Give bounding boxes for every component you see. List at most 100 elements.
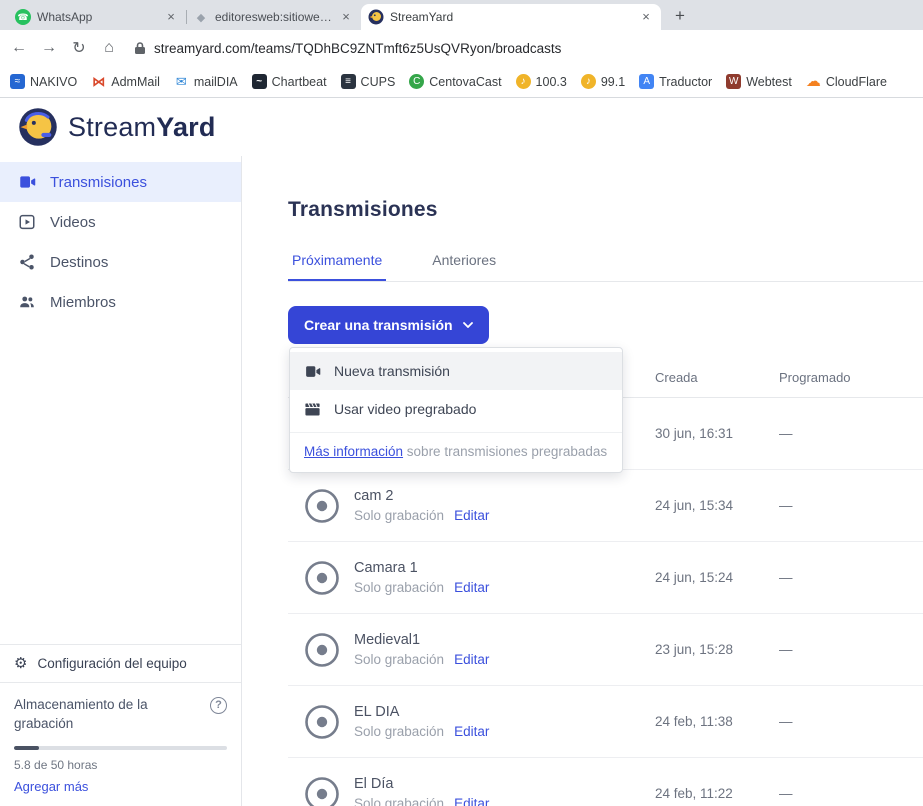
browser-tab-streamyard[interactable]: StreamYard ×	[361, 4, 661, 30]
gear-icon: ⚙	[14, 656, 27, 671]
sidebar-item-videos[interactable]: Videos	[0, 202, 241, 242]
bookmark-nakivo[interactable]: ≈NAKIVO	[10, 74, 77, 89]
record-icon	[304, 632, 340, 668]
close-icon[interactable]: ×	[338, 9, 354, 25]
bookmark-cups[interactable]: ≡CUPS	[341, 74, 396, 89]
menu-item-label: Usar video pregrabado	[334, 401, 476, 417]
edit-link[interactable]: Editar	[454, 508, 489, 523]
close-icon[interactable]: ×	[163, 9, 179, 25]
bookmark-favicon-icon: ≡	[341, 74, 356, 89]
bookmark-favicon-icon: ♪	[581, 74, 596, 89]
people-icon	[18, 293, 36, 311]
edit-link[interactable]: Editar	[454, 724, 489, 739]
streamyard-logo-duck-icon[interactable]	[18, 107, 58, 147]
bookmark-webtest[interactable]: WWebtest	[726, 74, 792, 89]
create-broadcast-button[interactable]: Crear una transmisión	[288, 306, 489, 344]
address-bar[interactable]: streamyard.com/teams/TQDhBC9ZNTmft6z5UsQ…	[130, 34, 913, 62]
home-button[interactable]: ⌂	[100, 39, 118, 57]
main-content: Transmisiones Próximamente Anteriores Cr…	[242, 156, 923, 806]
bookmark-traductor[interactable]: ATraductor	[639, 74, 712, 89]
broadcast-name: cam 2	[354, 488, 489, 504]
close-icon[interactable]: ×	[638, 9, 654, 25]
back-button[interactable]: ←	[10, 39, 28, 57]
record-icon	[304, 776, 340, 806]
broadcast-subtitle: Solo grabación	[354, 652, 444, 667]
bookmark-cloudflare[interactable]: ☁CloudFlare	[806, 74, 887, 89]
storage-progressbar	[14, 746, 227, 750]
site-favicon-icon: ◆	[193, 9, 209, 25]
scheduled-cell: —	[779, 498, 923, 513]
lock-icon	[134, 41, 146, 55]
tab-title: WhatsApp	[37, 10, 157, 24]
sidebar-item-label: Transmisiones	[50, 174, 147, 191]
team-settings-label: Configuración del equipo	[37, 656, 186, 671]
bookmark-99-1[interactable]: ♪99.1	[581, 74, 625, 89]
record-icon	[304, 704, 340, 740]
add-more-link[interactable]: Agregar más	[14, 779, 88, 794]
edit-link[interactable]: Editar	[454, 796, 489, 806]
sidebar-item-team-settings[interactable]: ⚙ Configuración del equipo	[0, 644, 241, 682]
broadcast-name: EL DIA	[354, 704, 489, 720]
bookmark-favicon-icon: ✉	[174, 74, 189, 89]
created-cell: 24 feb, 11:22	[655, 786, 779, 801]
broadcast-name: Camara 1	[354, 560, 489, 576]
chevron-down-icon	[463, 322, 473, 328]
streamyard-favicon-icon	[368, 9, 384, 25]
record-icon	[304, 560, 340, 596]
storage-progress-fill	[14, 746, 39, 750]
menu-item-usar-video-pregrabado[interactable]: Usar video pregrabado	[290, 390, 622, 428]
tab-title: StreamYard	[390, 10, 632, 24]
brand-stream: Stream	[68, 112, 156, 142]
column-creada: Creada	[655, 370, 779, 385]
forward-button[interactable]: →	[40, 39, 58, 57]
sidebar-item-destinos[interactable]: Destinos	[0, 242, 241, 282]
tab-title: editoresweb:sitioweb:eldia.co	[215, 10, 332, 24]
bookmark-label: CentovaCast	[429, 75, 501, 89]
broadcast-subtitle: Solo grabación	[354, 724, 444, 739]
broadcast-name: Medieval1	[354, 632, 489, 648]
bookmark-chartbeat[interactable]: ~Chartbeat	[252, 74, 327, 89]
browser-tab-strip: ☎ WhatsApp × ◆ editoresweb:sitioweb:eldi…	[0, 0, 923, 30]
storage-usage-text: 5.8 de 50 horas	[14, 758, 227, 772]
bookmark-label: CloudFlare	[826, 75, 887, 89]
column-programado: Programado	[779, 370, 923, 385]
new-tab-button[interactable]: +	[667, 4, 693, 30]
created-cell: 24 feb, 11:38	[655, 714, 779, 729]
menu-more-info: Más información sobre transmisiones preg…	[290, 432, 622, 472]
help-icon[interactable]: ?	[210, 697, 227, 714]
sidebar-item-label: Destinos	[50, 254, 108, 271]
bookmark-label: AdmMail	[111, 75, 160, 89]
brand-name: StreamYard	[68, 112, 216, 143]
broadcast-subtitle: Solo grabación	[354, 796, 444, 806]
storage-title: Almacenamiento de la grabación	[14, 695, 174, 734]
more-info-link[interactable]: Más información	[304, 444, 403, 459]
browser-tab-editoresweb[interactable]: ◆ editoresweb:sitioweb:eldia.co ×	[186, 4, 361, 30]
edit-link[interactable]: Editar	[454, 580, 489, 595]
bookmark-maildia[interactable]: ✉mailDIA	[174, 74, 238, 89]
sidebar-item-transmisiones[interactable]: Transmisiones	[0, 162, 241, 202]
more-info-suffix: sobre transmisiones pregrabadas	[403, 444, 607, 459]
bookmark-favicon-icon: A	[639, 74, 654, 89]
bookmark-admmail[interactable]: ⋈AdmMail	[91, 74, 160, 89]
bookmark-label: Chartbeat	[272, 75, 327, 89]
screen: ☎ WhatsApp × ◆ editoresweb:sitioweb:eldi…	[0, 0, 923, 806]
created-cell: 24 jun, 15:34	[655, 498, 779, 513]
table-row: Camara 1 Solo grabaciónEditar 24 jun, 15…	[288, 542, 923, 614]
sidebar-item-miembros[interactable]: Miembros	[0, 282, 241, 322]
url-text: streamyard.com/teams/TQDhBC9ZNTmft6z5UsQ…	[154, 41, 561, 56]
bookmark-centovacast[interactable]: CCentovaCast	[409, 74, 501, 89]
tab-proximamente[interactable]: Próximamente	[288, 252, 386, 281]
video-play-icon	[18, 213, 36, 231]
bookmarks-bar: ≈NAKIVO ⋈AdmMail ✉mailDIA ~Chartbeat ≡CU…	[0, 66, 923, 98]
browser-tab-whatsapp[interactable]: ☎ WhatsApp ×	[8, 4, 186, 30]
tab-anteriores[interactable]: Anteriores	[428, 252, 500, 281]
broadcast-camera-icon	[18, 173, 36, 191]
menu-item-nueva-transmision[interactable]: Nueva transmisión	[290, 352, 622, 390]
edit-link[interactable]: Editar	[454, 652, 489, 667]
scheduled-cell: —	[779, 786, 923, 801]
reload-button[interactable]: ↻	[70, 38, 88, 58]
record-icon	[304, 488, 340, 524]
bookmark-100-3[interactable]: ♪100.3	[516, 74, 567, 89]
table-row: El Día Solo grabaciónEditar 24 feb, 11:2…	[288, 758, 923, 806]
bookmark-label: Webtest	[746, 75, 792, 89]
